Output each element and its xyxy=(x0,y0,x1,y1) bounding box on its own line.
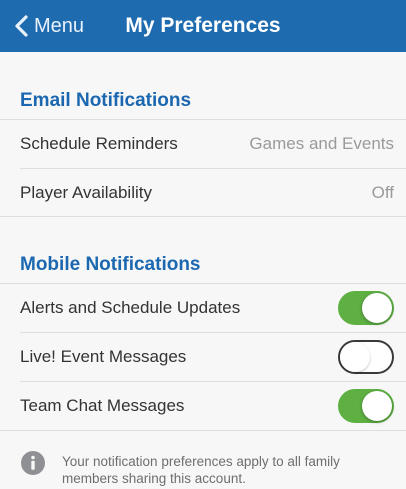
info-text: Your notification preferences apply to a… xyxy=(62,454,340,486)
live-event-messages-row: Live! Event Messages xyxy=(0,333,406,381)
divider xyxy=(0,216,406,217)
row-label: Schedule Reminders xyxy=(20,134,178,153)
toggle-knob xyxy=(340,342,370,372)
row-label: Alerts and Schedule Updates xyxy=(20,298,241,317)
email-notifications-header: Email Notifications xyxy=(20,90,192,111)
row-label: Team Chat Messages xyxy=(20,396,185,415)
row-label: Player Availability xyxy=(20,183,152,202)
player-availability-row[interactable]: Player Availability Off xyxy=(0,169,406,217)
navigation-bar: Menu My Preferences xyxy=(0,0,406,52)
page-title: My Preferences xyxy=(125,14,281,37)
row-value: Games and Events xyxy=(249,134,394,153)
toggle-knob xyxy=(362,293,392,323)
live-event-messages-toggle[interactable] xyxy=(338,340,394,374)
team-chat-messages-row: Team Chat Messages xyxy=(0,382,406,430)
alerts-schedule-updates-toggle[interactable] xyxy=(338,291,394,325)
mobile-notifications-header: Mobile Notifications xyxy=(20,254,201,275)
notification-info-note: Your notification preferences apply to a… xyxy=(20,450,390,487)
schedule-reminders-row[interactable]: Schedule Reminders Games and Events xyxy=(0,120,406,168)
divider xyxy=(0,430,406,431)
row-value: Off xyxy=(371,183,394,202)
info-circle-icon xyxy=(20,450,46,476)
alerts-schedule-updates-row: Alerts and Schedule Updates xyxy=(0,284,406,332)
team-chat-messages-toggle[interactable] xyxy=(338,389,394,423)
toggle-knob xyxy=(362,391,392,421)
row-label: Live! Event Messages xyxy=(20,347,187,366)
